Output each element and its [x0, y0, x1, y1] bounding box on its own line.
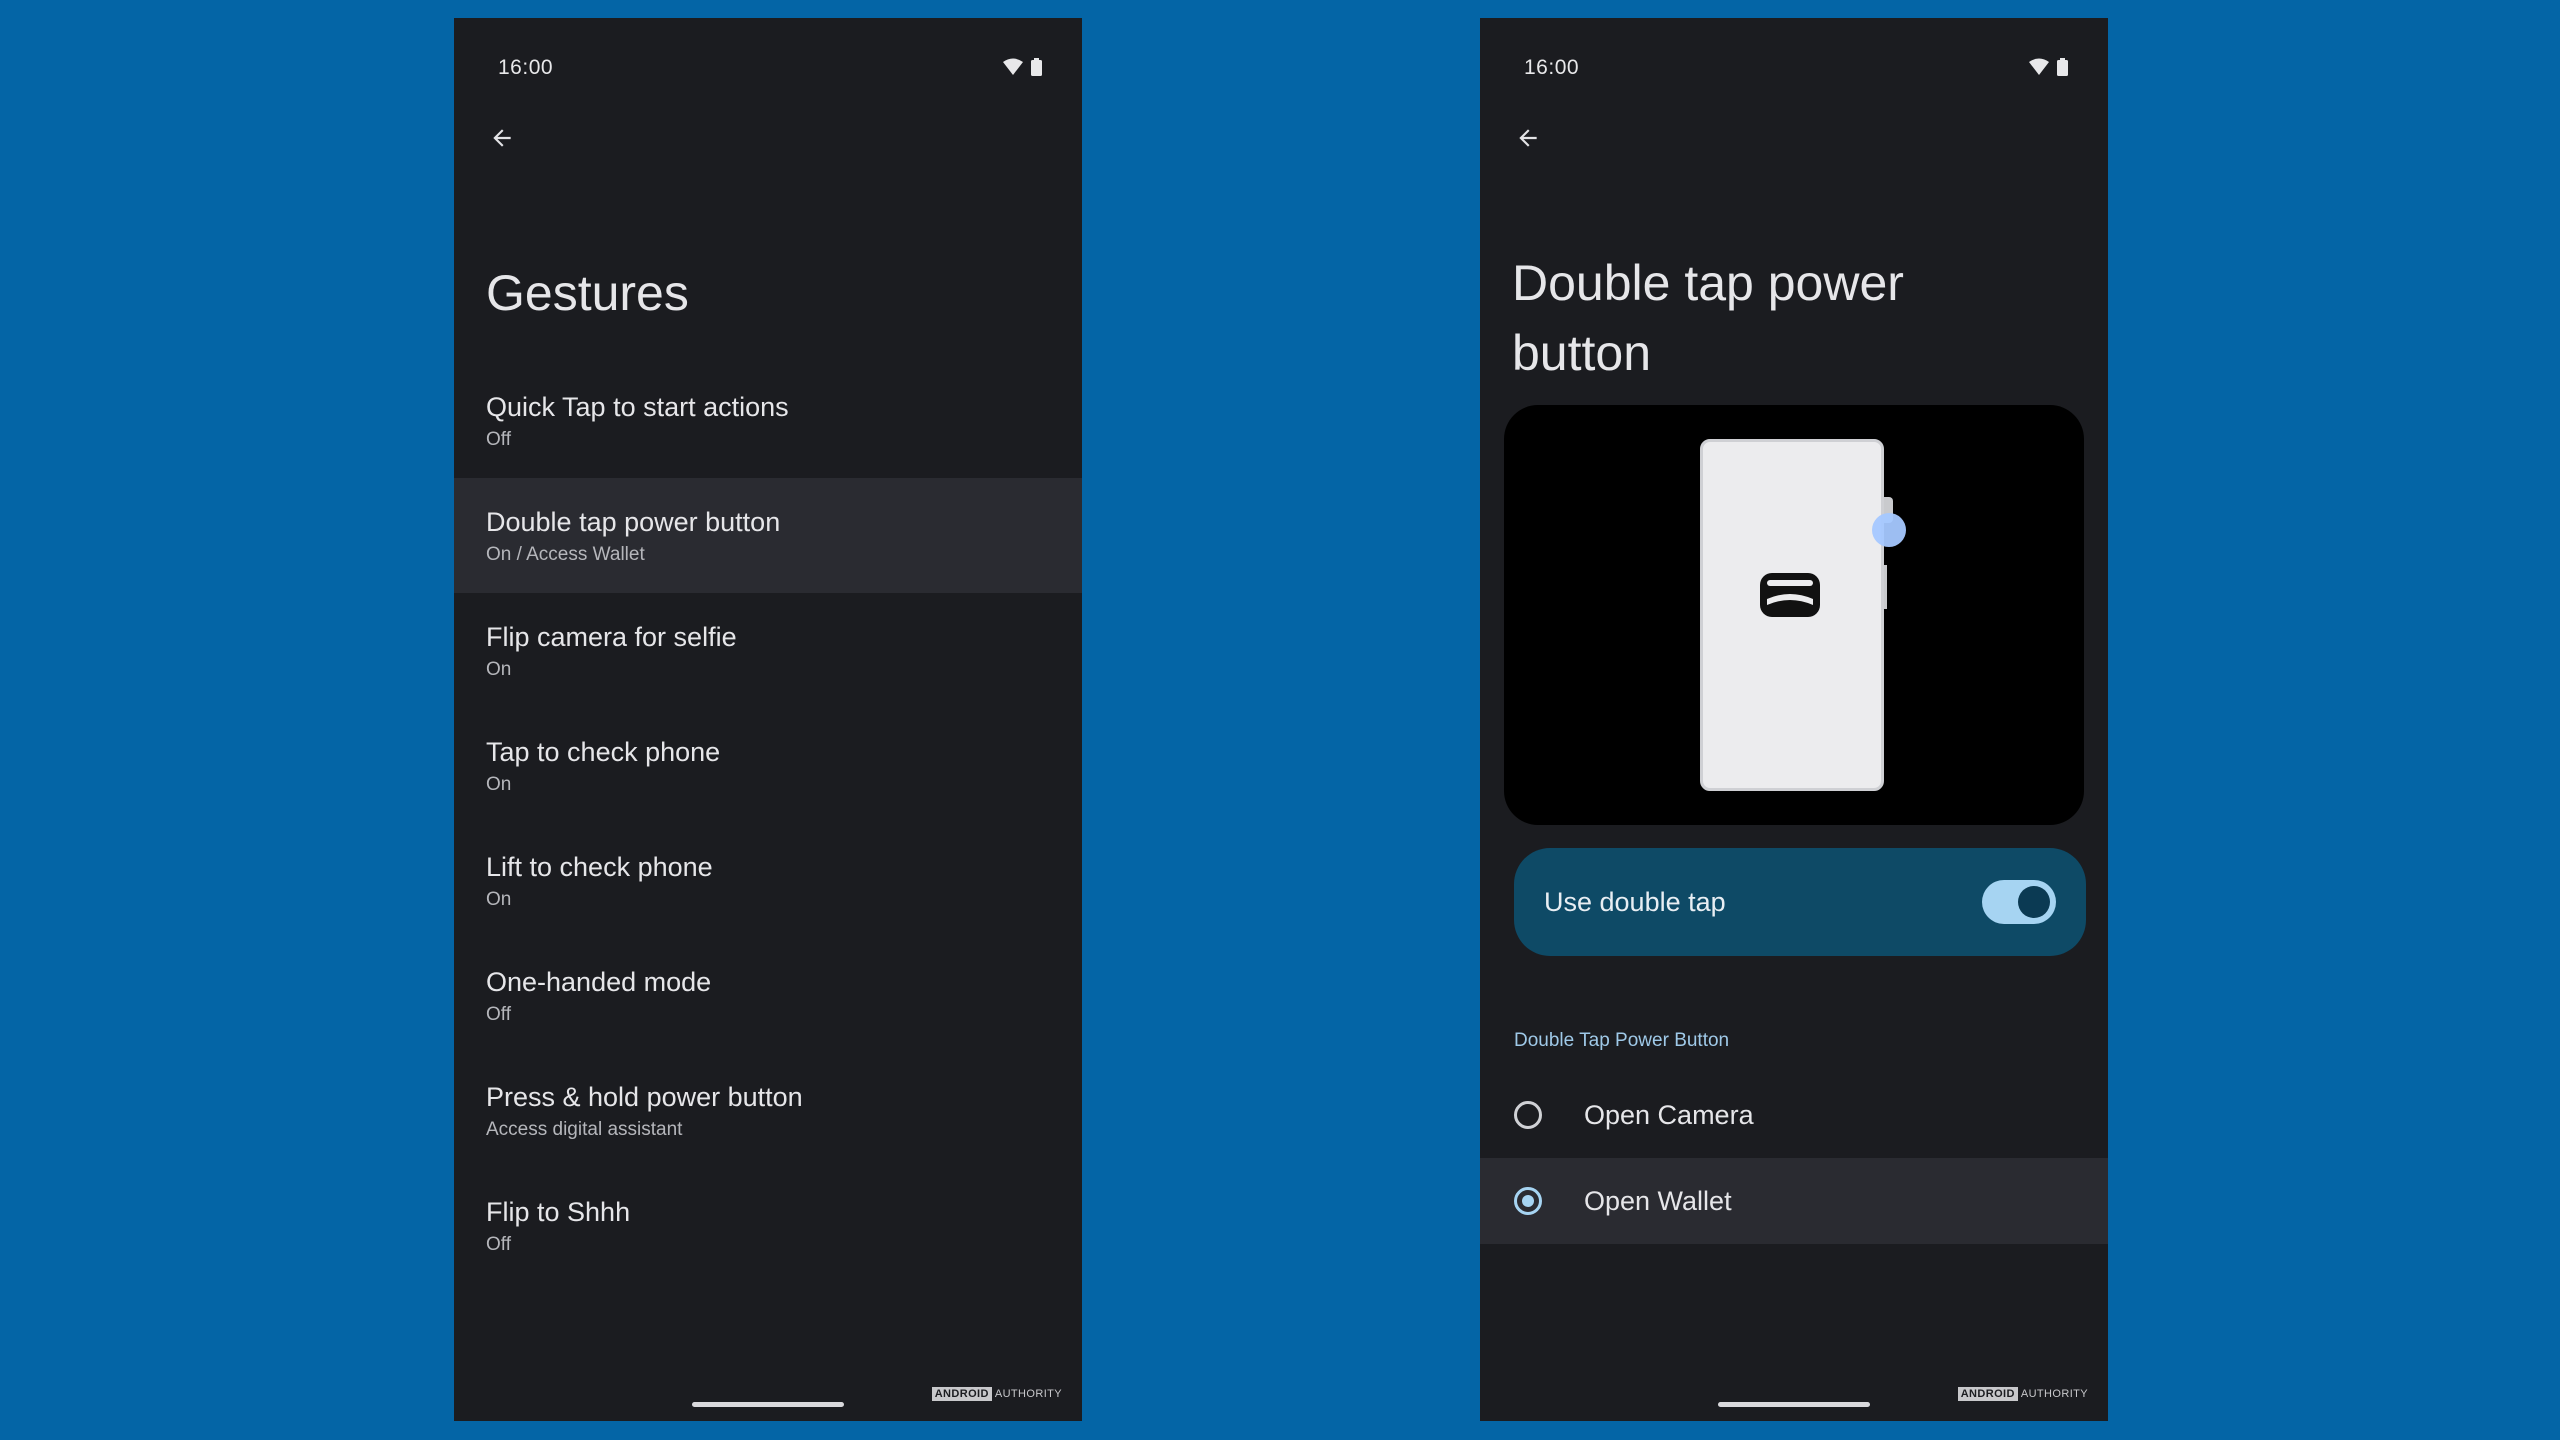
toggle-label: Use double tap [1544, 886, 1726, 917]
battery-icon [1031, 58, 1042, 76]
setting-lift-to-check[interactable]: Lift to check phone On [454, 823, 1082, 938]
option-label: Open Wallet [1584, 1185, 1732, 1216]
item-summary: Off [486, 1003, 511, 1025]
option-open-wallet[interactable]: Open Wallet [1480, 1158, 2108, 1244]
item-title: Tap to check phone [486, 736, 721, 767]
status-bar: 16:00 [1480, 42, 2108, 102]
setting-tap-to-check[interactable]: Tap to check phone On [454, 708, 1082, 823]
page-title: Gestures [486, 265, 689, 321]
gestures-screen: 16:00 Gestures Quick Tap to start action… [454, 18, 1082, 1421]
status-time: 16:00 [498, 56, 554, 79]
setting-flip-to-shhh[interactable]: Flip to Shhh Off [454, 1168, 1082, 1283]
status-time: 16:00 [1524, 56, 1580, 79]
watermark-brand: ANDROID [931, 1387, 992, 1401]
item-summary: Access digital assistant [486, 1118, 683, 1140]
watermark-brand: ANDROID [1957, 1387, 2018, 1401]
use-double-tap-toggle[interactable]: Use double tap [1514, 848, 2086, 956]
back-button[interactable] [1500, 110, 1556, 166]
watermark: ANDROID AUTHORITY [1957, 1387, 2088, 1401]
wifi-icon [1003, 58, 1023, 75]
radio-button-selected[interactable] [1514, 1187, 1542, 1215]
item-title: Lift to check phone [486, 851, 713, 882]
item-title: Quick Tap to start actions [486, 391, 789, 422]
setting-double-tap-power[interactable]: Double tap power button On / Access Wall… [454, 478, 1082, 593]
setting-one-handed-mode[interactable]: One-handed mode Off [454, 938, 1082, 1053]
page-title: Double tap power button [1512, 255, 1904, 381]
setting-press-hold-power[interactable]: Press & hold power button Access digital… [454, 1053, 1082, 1168]
item-summary: Off [486, 1233, 511, 1255]
item-title: Double tap power button [486, 506, 781, 537]
home-indicator[interactable] [692, 1402, 844, 1407]
item-summary: On / Access Wallet [486, 543, 645, 565]
item-title: Flip to Shhh [486, 1196, 631, 1227]
setting-quick-tap[interactable]: Quick Tap to start actions Off [454, 363, 1082, 478]
option-label: Open Camera [1584, 1099, 1754, 1130]
gestures-list: Quick Tap to start actions Off Double ta… [454, 363, 1082, 1283]
toggle-switch[interactable] [1982, 880, 2056, 924]
stage: 16:00 Gestures Quick Tap to start action… [0, 0, 2560, 1440]
setting-flip-camera[interactable]: Flip camera for selfie On [454, 593, 1082, 708]
watermark: ANDROID AUTHORITY [931, 1387, 1062, 1401]
battery-icon [2057, 58, 2068, 76]
status-bar: 16:00 [454, 42, 1082, 102]
item-title: One-handed mode [486, 966, 712, 997]
wallet-icon [1760, 573, 1820, 617]
item-summary: On [486, 888, 512, 910]
watermark-suffix: AUTHORITY [2020, 1388, 2088, 1400]
item-summary: On [486, 658, 512, 680]
item-title: Press & hold power button [486, 1081, 803, 1112]
wifi-icon [2029, 58, 2049, 75]
press-indicator [1872, 513, 1906, 547]
back-button[interactable] [474, 110, 530, 166]
status-icons [1003, 58, 1042, 76]
arrow-back-icon [493, 129, 511, 147]
section-header: Double Tap Power Button [1514, 1030, 1730, 1051]
item-summary: Off [486, 428, 511, 450]
watermark-suffix: AUTHORITY [994, 1388, 1062, 1400]
radio-button[interactable] [1514, 1101, 1542, 1129]
arrow-back-icon [1519, 129, 1537, 147]
home-indicator[interactable] [1718, 1402, 1870, 1407]
double-tap-illustration [1504, 405, 2084, 825]
action-options: Open Camera Open Wallet [1480, 1072, 2108, 1244]
switch-thumb [2018, 886, 2050, 918]
double-tap-screen: 16:00 Double tap power button Use double… [1480, 18, 2108, 1421]
item-title: Flip camera for selfie [486, 621, 737, 652]
option-open-camera[interactable]: Open Camera [1480, 1072, 2108, 1158]
status-icons [2029, 58, 2068, 76]
item-summary: On [486, 773, 512, 795]
